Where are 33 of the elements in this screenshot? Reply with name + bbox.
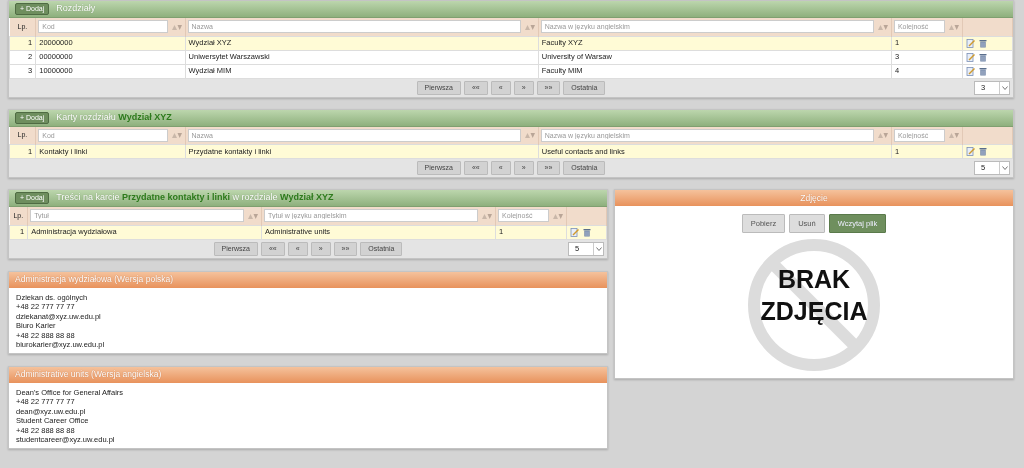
edit-icon[interactable]: [569, 227, 579, 237]
sort-icon[interactable]: [523, 22, 536, 31]
sort-icon[interactable]: [947, 131, 960, 140]
trash-icon[interactable]: [978, 147, 987, 156]
trash-icon[interactable]: [978, 66, 987, 76]
panel-title: Zdjęcie: [615, 190, 1013, 206]
trash-icon[interactable]: [978, 38, 987, 48]
sort-icon[interactable]: [876, 131, 889, 140]
sort-icon[interactable]: [170, 131, 183, 140]
edit-icon[interactable]: [965, 38, 975, 48]
panel-title: Rozdziały: [56, 2, 96, 16]
trash-icon[interactable]: [978, 52, 987, 62]
no-photo-text: BRAK: [776, 264, 852, 295]
edit-icon[interactable]: [965, 66, 975, 76]
caret-icon: [593, 242, 603, 255]
trash-icon[interactable]: [582, 227, 591, 237]
no-photo-text: ZDJĘCIA: [759, 296, 869, 327]
panel-title: Karty rozdziału Wydział XYZ: [56, 110, 172, 124]
panel-title: Administracja wydziałowa (Wersja polska): [9, 271, 607, 288]
panel-title: Administrative units (Wersja angielska): [9, 366, 607, 383]
edit-icon[interactable]: [965, 147, 975, 156]
sort-icon[interactable]: [481, 211, 494, 220]
sort-icon[interactable]: [947, 22, 960, 31]
caret-icon: [999, 81, 1009, 94]
sort-icon[interactable]: [876, 22, 889, 31]
prohibited-icon: [746, 237, 882, 373]
edit-icon[interactable]: [965, 52, 975, 62]
sort-icon[interactable]: [551, 211, 564, 220]
sort-icon[interactable]: [523, 131, 536, 140]
sort-icon[interactable]: [170, 22, 183, 31]
caret-icon: [999, 162, 1009, 174]
sort-icon[interactable]: [247, 211, 260, 220]
panel-title: Treści na karcie Przydatne kontakty i linki w rozdziale Wydział XYZ: [56, 191, 334, 205]
